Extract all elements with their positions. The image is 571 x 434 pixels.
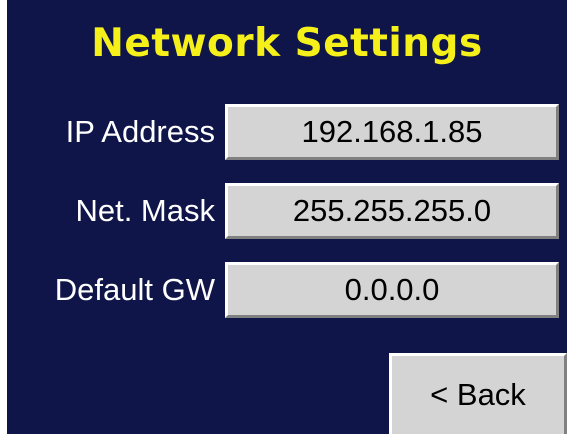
default-gw-label: Default GW [54,272,215,307]
ip-address-button[interactable]: 192.168.1.85 [225,104,559,160]
ip-address-label: IP Address [65,114,215,149]
page-title: Network Settings [91,21,483,66]
default-gw-button[interactable]: 0.0.0.0 [225,262,559,318]
network-settings-screen: Network Settings IP Address 192.168.1.85… [7,0,567,434]
net-mask-button[interactable]: 255.255.255.0 [225,183,559,239]
back-button[interactable]: < Back [389,353,567,434]
net-mask-label: Net. Mask [75,193,215,228]
